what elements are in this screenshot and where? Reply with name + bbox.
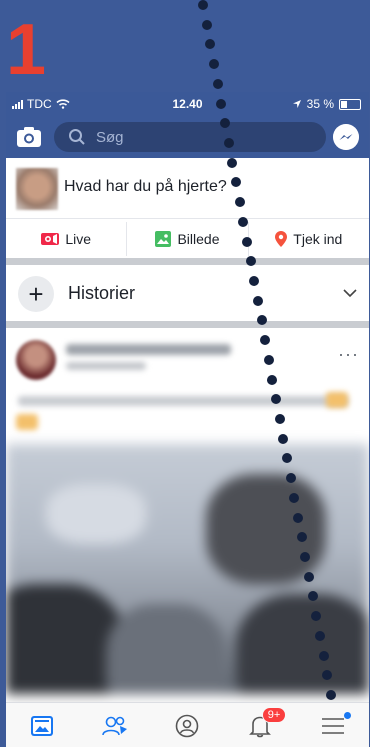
status-bar: TDC 12.40 35 % [6,92,369,116]
guide-dot [245,256,256,267]
chevron-down-icon[interactable] [343,288,357,298]
location-arrow-icon [292,100,301,108]
stories-row[interactable]: + Historier [6,269,369,319]
guide-dot [252,295,263,306]
stories-label: Historier [68,283,136,303]
tab-profile[interactable] [151,703,224,747]
guide-dot [216,98,227,109]
menu-icon [321,717,344,734]
post-image[interactable] [6,444,369,694]
location-pin-icon [275,231,288,247]
news-feed-icon [31,715,54,736]
check-in-label: Tjek ind [293,231,343,247]
search-placeholder: Søg [96,128,124,146]
step-number: 1 [6,10,47,90]
guide-dot [315,630,326,641]
search-input[interactable]: Søg [54,122,326,152]
tab-notifications[interactable]: 9+ [224,703,297,747]
add-story-button[interactable]: + [18,276,54,312]
guide-dot [304,571,315,582]
guide-dot [234,197,245,208]
composer-prompt[interactable]: Hvad har du på hjerte? [64,178,227,196]
tab-friends[interactable] [79,703,152,747]
guide-dot [285,473,296,484]
guide-dot [263,354,274,365]
top-bar: Søg [6,116,369,158]
divider [6,218,369,219]
live-button[interactable]: Live [6,222,126,256]
search-icon [69,129,85,145]
guide-dot [318,650,329,661]
section-separator [6,258,369,265]
guide-dot [326,690,336,700]
phone-screen: TDC 12.40 35 % Søg Hvad har du på hjerte… [6,92,369,747]
section-separator [6,321,369,328]
battery-icon [339,98,361,110]
photo-button[interactable]: Billede [126,222,247,256]
tab-news-feed[interactable] [6,703,79,747]
menu-notification-dot [343,712,351,719]
guide-dot [208,59,219,70]
post-author-avatar[interactable] [16,340,56,380]
bottom-tab-bar: 9+ [6,702,369,747]
avatar [16,168,58,210]
profile-icon [176,714,199,737]
post-header: ··· [6,332,369,442]
guide-dot [293,512,304,523]
friends-icon [102,716,127,735]
composer-actions: Live Billede Tjek ind [6,222,369,256]
photo-label: Billede [177,231,220,247]
blurred-author-name [66,344,231,355]
camera-icon[interactable] [16,125,42,149]
check-in-button[interactable]: Tjek ind [247,222,369,256]
live-label: Live [65,231,91,247]
battery-percent: 35 % [306,97,334,111]
guide-dot [223,138,234,148]
guide-dot [227,157,238,168]
guide-dot [256,315,267,326]
blurred-emoji [16,414,38,430]
blurred-post-meta [66,362,146,370]
guide-dot [241,236,252,247]
photo-icon [155,231,172,247]
blurred-emoji [326,392,348,408]
composer[interactable]: Hvad har du på hjerte? [6,158,369,216]
more-options-icon[interactable]: ··· [338,344,359,365]
guide-dot [205,39,216,50]
guide-dot [212,78,223,89]
guide-dot [274,414,285,424]
messenger-icon[interactable] [333,124,359,150]
live-video-icon [41,233,60,245]
blurred-post-text [18,396,348,406]
guide-dot [296,532,307,543]
notification-badge: 9+ [261,707,287,723]
tab-menu[interactable] [296,703,369,747]
guide-dot [201,19,212,30]
guide-dot [198,0,208,10]
plus-icon: + [28,278,44,309]
